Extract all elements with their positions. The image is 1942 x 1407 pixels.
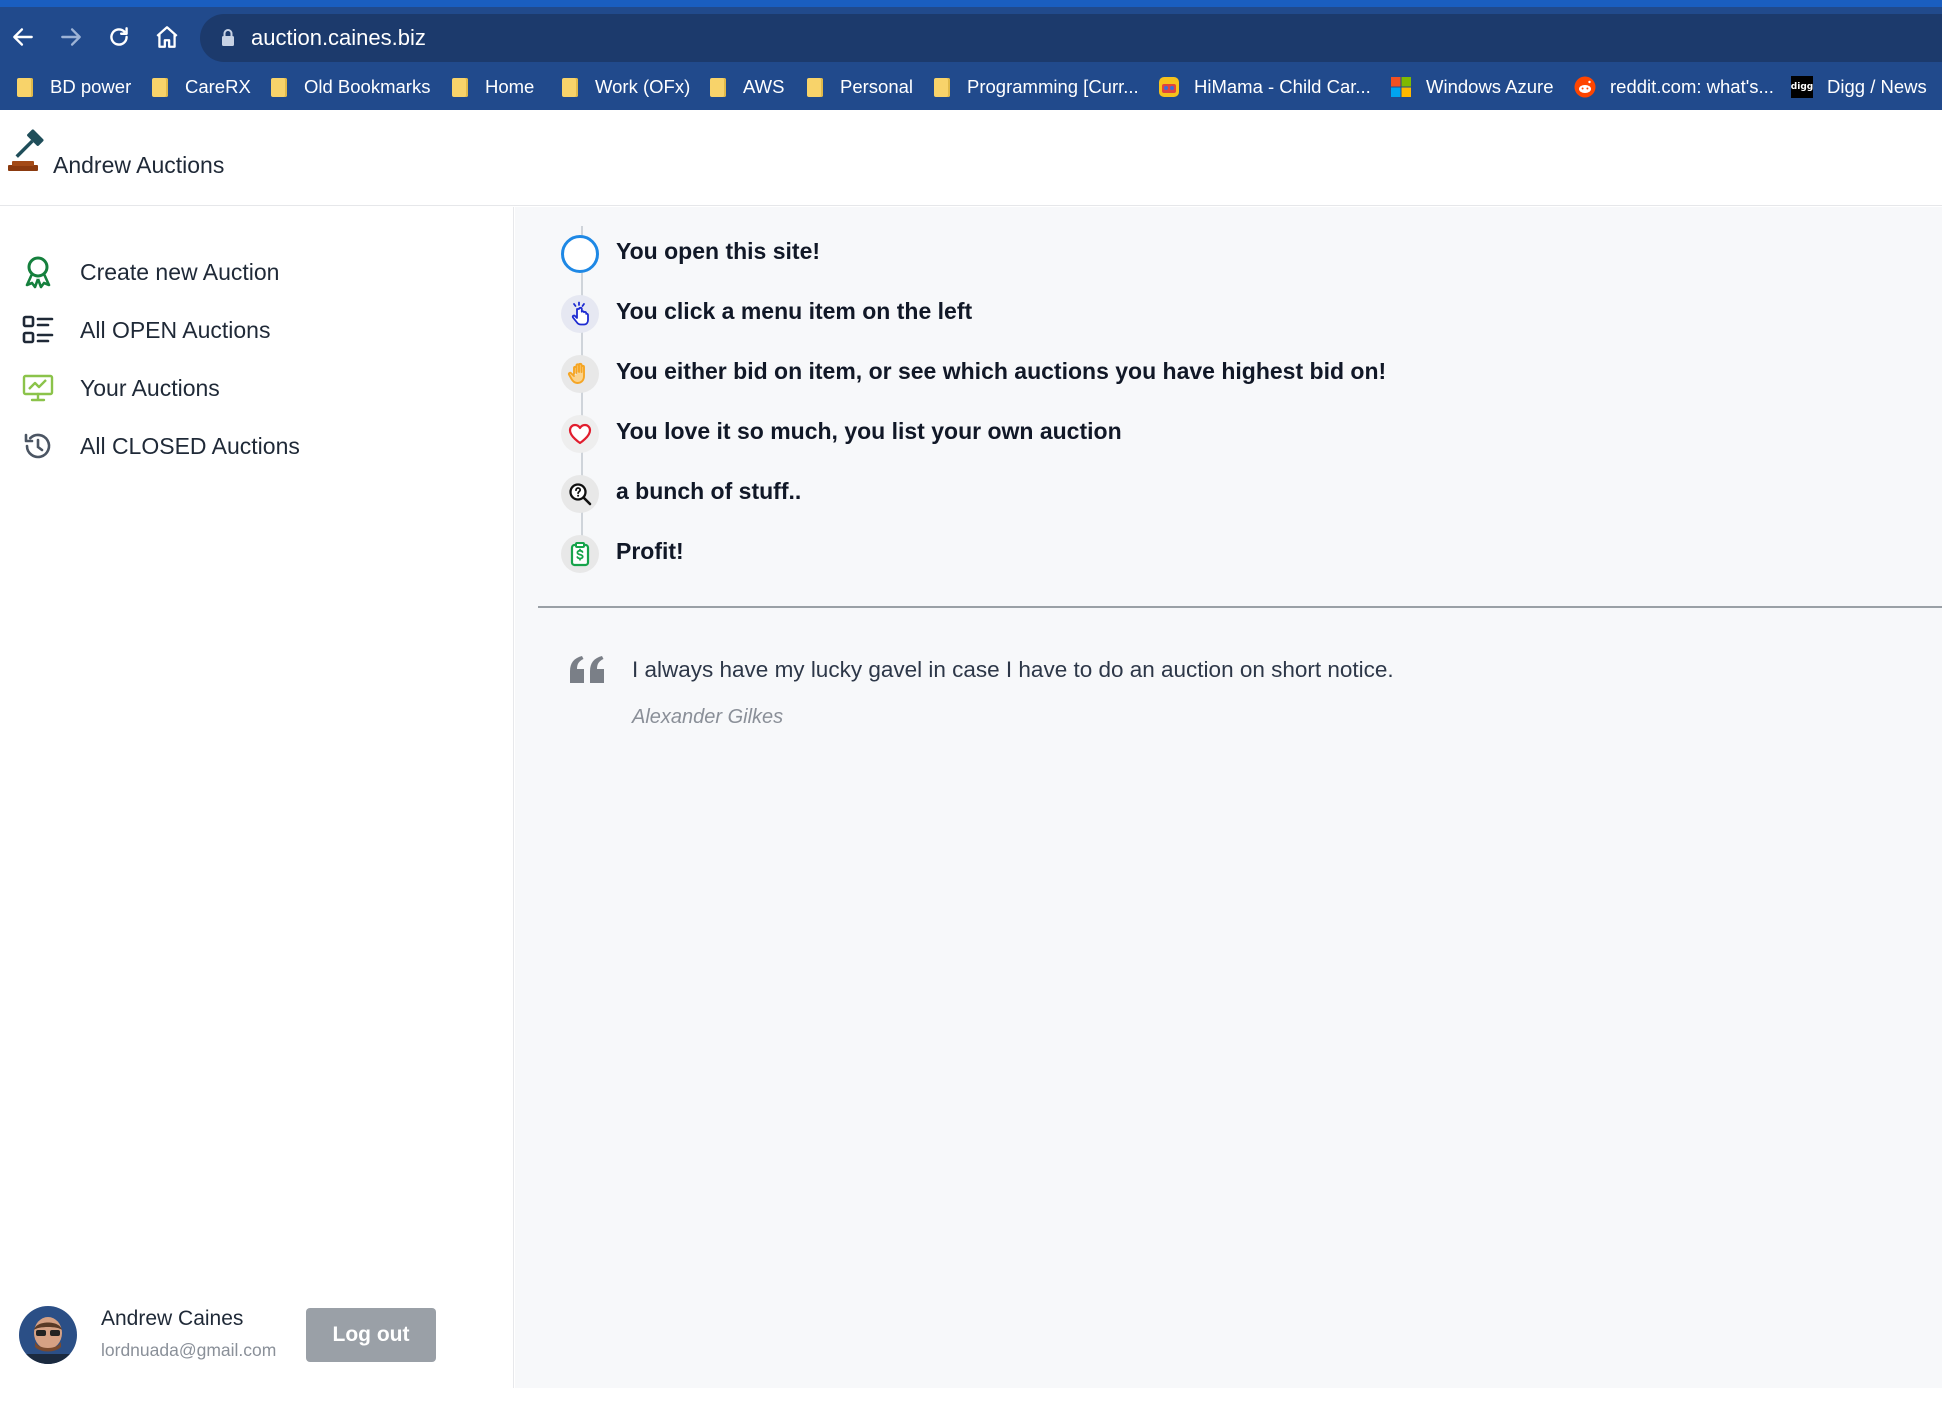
folder-icon	[710, 77, 726, 97]
quote-icon	[570, 656, 604, 683]
sidebar-item-label: All OPEN Auctions	[80, 316, 271, 343]
folder-icon	[17, 77, 33, 97]
arrow-right-icon	[61, 28, 81, 46]
heart-icon	[561, 415, 599, 453]
sidebar-item-closed-auctions[interactable]: All CLOSED Auctions	[20, 424, 480, 468]
sidebar-item-your-auctions[interactable]: Your Auctions	[20, 366, 480, 410]
money-clipboard-icon	[561, 535, 599, 573]
bookmark-bd-power[interactable]: BD power	[14, 73, 131, 101]
step-text: a bunch of stuff..	[616, 478, 802, 504]
user-name: Andrew Caines	[101, 1307, 244, 1330]
timeline-step: a bunch of stuff..	[561, 473, 1861, 519]
windows-icon	[1391, 77, 1411, 97]
award-ribbon-icon	[25, 256, 51, 289]
himama-icon	[1159, 77, 1179, 97]
sidebar-item-create-auction[interactable]: Create new Auction	[20, 250, 480, 294]
bookmark-label: HiMama - Child Car...	[1194, 76, 1371, 97]
sidebar: Create new Auction All OPEN Auctions You…	[0, 207, 514, 1407]
reload-button[interactable]	[99, 17, 139, 57]
user-profile: Andrew Caines lordnuada@gmail.com Log ou…	[19, 1299, 499, 1379]
bookmark-label: BD power	[50, 76, 132, 97]
bookmark-label: CareRX	[185, 76, 251, 97]
url-text: auction.caines.biz	[251, 25, 426, 50]
folder-icon	[934, 77, 950, 97]
sidebar-item-label: All CLOSED Auctions	[80, 432, 300, 459]
bookmark-digg[interactable]: digg Digg / News	[1791, 73, 1927, 101]
folder-icon	[562, 77, 578, 97]
step-text: You either bid on item, or see which auc…	[616, 358, 1387, 384]
logout-button[interactable]: Log out	[306, 1308, 436, 1362]
user-email: lordnuada@gmail.com	[101, 1340, 277, 1360]
circle-icon	[561, 235, 599, 273]
quote-author: Alexander Gilkes	[632, 706, 784, 728]
sidebar-item-label: Create new Auction	[80, 258, 280, 285]
quote-text: I always have my lucky gavel in case I h…	[632, 657, 1394, 682]
browser-toolbar: auction.caines.biz BD power CareRX Old B…	[0, 7, 1942, 110]
bookmarks-bar: BD power CareRX Old Bookmarks Home Work …	[0, 65, 1942, 109]
arrow-left-icon	[13, 28, 33, 46]
bookmark-label: Home	[485, 76, 535, 97]
bookmark-label: Windows Azure	[1426, 76, 1554, 97]
bookmark-label: reddit.com: what's...	[1610, 76, 1774, 97]
bookmark-himama[interactable]: HiMama - Child Car...	[1158, 73, 1371, 101]
history-icon	[24, 433, 51, 459]
search-question-icon	[561, 475, 599, 513]
app-header: Andrew Auctions	[0, 110, 1942, 206]
home-button[interactable]	[147, 17, 187, 57]
lock-icon	[222, 29, 234, 46]
presentation-chart-icon	[22, 374, 54, 402]
bookmark-old-bookmarks[interactable]: Old Bookmarks	[268, 73, 430, 101]
folder-icon	[807, 77, 823, 97]
window-bottom-edge	[0, 1388, 1942, 1407]
avatar-image	[19, 1306, 77, 1364]
folder-icon	[271, 77, 287, 97]
main-content: You open this site! You click a menu ite…	[515, 207, 1942, 1407]
step-text: You click a menu item on the left	[616, 298, 973, 324]
timeline-step: You either bid on item, or see which auc…	[561, 353, 1861, 399]
address-bar[interactable]: auction.caines.biz	[200, 14, 1942, 62]
bookmark-label: Programming [Curr...	[967, 76, 1139, 97]
reload-icon	[110, 27, 128, 46]
browser-top-strip	[0, 0, 1942, 7]
step-text: You open this site!	[616, 238, 821, 264]
timeline-step: You open this site!	[561, 233, 1861, 279]
app-title: Andrew Auctions	[53, 152, 225, 178]
sidebar-item-label: Your Auctions	[80, 374, 220, 401]
list-icon	[22, 315, 54, 344]
timeline-step: You click a menu item on the left	[561, 293, 1861, 339]
digg-icon: digg	[1791, 76, 1813, 98]
home-icon	[156, 26, 178, 48]
bookmark-carerx[interactable]: CareRX	[149, 73, 251, 101]
bookmark-windows-azure[interactable]: Windows Azure	[1390, 73, 1554, 101]
bookmark-label: Work (OFx)	[595, 76, 691, 97]
timeline-step: Profit!	[561, 533, 1861, 579]
folder-icon	[452, 77, 468, 97]
reddit-icon	[1574, 76, 1596, 98]
bookmark-label: Digg / News	[1827, 76, 1927, 97]
bookmark-label: AWS	[743, 76, 785, 97]
bookmark-reddit[interactable]: reddit.com: what's...	[1574, 73, 1774, 101]
pointer-click-icon	[561, 295, 599, 333]
sidebar-item-open-auctions[interactable]: All OPEN Auctions	[20, 308, 480, 352]
bookmark-label: Personal	[840, 76, 914, 97]
bookmark-home[interactable]: Home	[449, 73, 534, 101]
bookmark-personal[interactable]: Personal	[804, 73, 913, 101]
avatar[interactable]	[19, 1306, 77, 1364]
step-text: You love it so much, you list your own a…	[616, 418, 1122, 444]
forward-button[interactable]	[51, 17, 91, 57]
back-button[interactable]	[3, 17, 43, 57]
step-text: Profit!	[616, 538, 684, 564]
gavel-icon	[8, 129, 44, 171]
bookmark-aws[interactable]: AWS	[707, 73, 784, 101]
folder-icon	[152, 77, 168, 97]
hand-icon	[561, 355, 599, 393]
bookmark-work-ofx[interactable]: Work (OFx)	[559, 73, 690, 101]
timeline-step: You love it so much, you list your own a…	[561, 413, 1861, 459]
bookmark-programming[interactable]: Programming [Curr...	[931, 73, 1139, 101]
divider	[538, 606, 1942, 608]
bookmark-label: Old Bookmarks	[304, 76, 431, 97]
